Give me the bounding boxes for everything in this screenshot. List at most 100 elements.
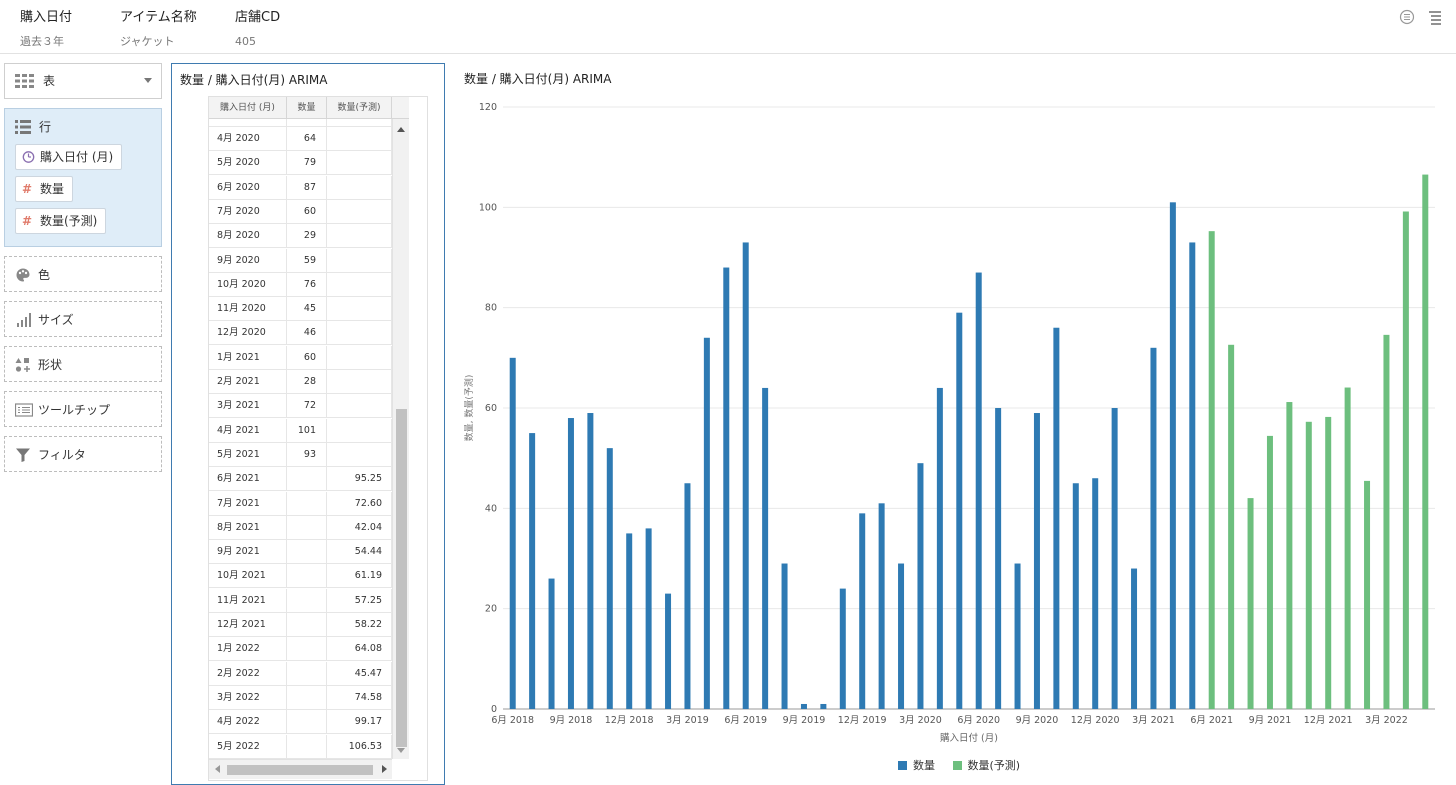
pill-purchase-date-month[interactable]: 購入日付 (月) xyxy=(15,144,123,170)
bar-quantity[interactable] xyxy=(936,387,943,709)
bar-quantity[interactable] xyxy=(781,563,788,709)
bar-forecast[interactable] xyxy=(1422,174,1429,710)
bar-forecast[interactable] xyxy=(1286,402,1293,709)
bar-quantity[interactable] xyxy=(1111,408,1118,709)
bar-quantity[interactable] xyxy=(723,267,730,709)
size-shelf[interactable]: サイズ xyxy=(4,301,162,337)
cell-forecast: 54.44 xyxy=(327,540,392,565)
filter-purchase-date[interactable]: 購入日付 過去３年 xyxy=(20,9,72,49)
pill-quantity[interactable]: # 数量 xyxy=(15,176,74,202)
shelf-label: 色 xyxy=(38,268,51,282)
bar-quantity[interactable] xyxy=(1169,202,1176,710)
visualization-type-select[interactable]: 表 xyxy=(4,63,162,99)
x-tick-label: 3月 2019 xyxy=(666,715,709,726)
bar-quantity[interactable] xyxy=(684,483,691,709)
cell-quantity: 28 xyxy=(287,370,327,394)
list-circle-icon[interactable] xyxy=(1399,9,1415,25)
vertical-scrollbar[interactable] xyxy=(392,119,409,759)
filter-shelf[interactable]: フィルタ xyxy=(4,436,162,472)
rows-shelf[interactable]: 行 購入日付 (月) # 数量 # 数量(予測) xyxy=(4,108,162,247)
bar-forecast[interactable] xyxy=(1228,344,1235,709)
table-panel[interactable]: 数量 / 購入日付(月) ARIMA 購入日付 (月) 数量 数量(予測) 3月… xyxy=(171,63,445,785)
bar-forecast[interactable] xyxy=(1247,498,1254,709)
bar-quantity[interactable] xyxy=(956,312,963,709)
filter-item-name[interactable]: アイテム名称 ジャケット xyxy=(120,9,197,49)
x-tick-label: 3月 2022 xyxy=(1365,715,1408,726)
cell-forecast xyxy=(327,248,392,273)
cell-date: 12月 2021 xyxy=(209,613,287,637)
bar-quantity[interactable] xyxy=(1189,242,1196,709)
bar-quantity[interactable] xyxy=(1072,483,1079,709)
bar-quantity[interactable] xyxy=(509,357,516,709)
scroll-left-icon[interactable] xyxy=(215,765,220,773)
shelf-label: フィルタ xyxy=(38,448,86,462)
bar-quantity[interactable] xyxy=(800,703,807,709)
bar-forecast[interactable] xyxy=(1266,435,1273,709)
bar-quantity[interactable] xyxy=(839,588,846,709)
cell-quantity: 29 xyxy=(287,224,327,249)
bar-quantity[interactable] xyxy=(820,703,827,709)
cell-quantity: 79 xyxy=(287,151,327,176)
filter-label: 店舗CD xyxy=(235,10,281,25)
bar-quantity[interactable] xyxy=(703,337,710,709)
bar-quantity[interactable] xyxy=(742,242,749,709)
bar-forecast[interactable] xyxy=(1383,334,1390,709)
cell-date: 5月 2021 xyxy=(209,442,287,467)
bar-quantity[interactable] xyxy=(1053,327,1060,709)
column-header-date[interactable]: 購入日付 (月) xyxy=(209,97,287,119)
scroll-up-icon[interactable] xyxy=(397,127,405,132)
table-row: 5月 2022 106.53 xyxy=(209,734,392,759)
bar-quantity[interactable] xyxy=(975,272,982,709)
bar-quantity[interactable] xyxy=(859,513,866,709)
bar-quantity[interactable] xyxy=(567,418,574,709)
bar-quantity[interactable] xyxy=(587,413,594,709)
scroll-right-icon[interactable] xyxy=(382,765,387,773)
table-row: 1月 2021 60 xyxy=(209,345,392,370)
bar-quantity[interactable] xyxy=(645,528,652,709)
column-header-quantity[interactable]: 数量 xyxy=(287,97,327,119)
palette-icon xyxy=(15,267,31,283)
tooltip-shelf[interactable]: ツールチップ xyxy=(4,391,162,427)
bar-quantity[interactable] xyxy=(1033,413,1040,709)
bar-quantity[interactable] xyxy=(1092,478,1099,709)
list-icon xyxy=(15,120,31,138)
pill-quantity-forecast[interactable]: # 数量(予測) xyxy=(15,208,107,234)
shape-shelf[interactable]: 形状 xyxy=(4,346,162,382)
bar-quantity[interactable] xyxy=(606,448,613,709)
x-tick-label: 6月 2020 xyxy=(957,715,1000,726)
vertical-scroll-thumb[interactable] xyxy=(396,409,407,747)
horizontal-scrollbar[interactable] xyxy=(209,759,392,779)
bar-quantity[interactable] xyxy=(878,503,885,709)
legend-item-quantity[interactable]: 数量 xyxy=(898,758,935,774)
bar-quantity[interactable] xyxy=(548,578,555,709)
cell-date: 9月 2021 xyxy=(209,540,287,565)
cell-date: 3月 2022 xyxy=(209,685,287,710)
bar-chart[interactable]: 0 20 40 60 80 100 120 6月 2018 9月 2018 12月 2018 3月 … xyxy=(455,95,1445,750)
bar-forecast[interactable] xyxy=(1208,231,1215,709)
bar-quantity[interactable] xyxy=(898,563,905,709)
legend-item-forecast[interactable]: 数量(予測) xyxy=(952,758,1020,774)
color-shelf[interactable]: 色 xyxy=(4,256,162,292)
menu-icon[interactable] xyxy=(1427,9,1443,25)
filter-store-cd[interactable]: 店舗CD 405 xyxy=(235,9,280,49)
horizontal-scroll-thumb[interactable] xyxy=(227,765,373,775)
bar-quantity[interactable] xyxy=(529,433,536,709)
bar-quantity[interactable] xyxy=(762,387,769,709)
bar-quantity[interactable] xyxy=(1150,347,1157,709)
bar-forecast[interactable] xyxy=(1305,421,1312,709)
bar-quantity[interactable] xyxy=(917,463,924,709)
x-tick-label: 6月 2018 xyxy=(491,715,534,726)
bar-quantity[interactable] xyxy=(1131,568,1138,709)
table-row: 3月 2021 72 xyxy=(209,394,392,419)
bar-forecast[interactable] xyxy=(1344,387,1351,709)
table-row: 10月 2020 76 xyxy=(209,272,392,297)
bar-forecast[interactable] xyxy=(1325,416,1332,709)
bar-quantity[interactable] xyxy=(995,408,1002,709)
column-header-forecast[interactable]: 数量(予測) xyxy=(327,97,392,119)
bar-quantity[interactable] xyxy=(665,593,672,709)
scroll-down-icon[interactable] xyxy=(397,748,405,753)
bar-quantity[interactable] xyxy=(626,533,633,709)
bar-forecast[interactable] xyxy=(1402,211,1409,709)
bar-quantity[interactable] xyxy=(1014,563,1021,709)
bar-forecast[interactable] xyxy=(1364,480,1371,709)
